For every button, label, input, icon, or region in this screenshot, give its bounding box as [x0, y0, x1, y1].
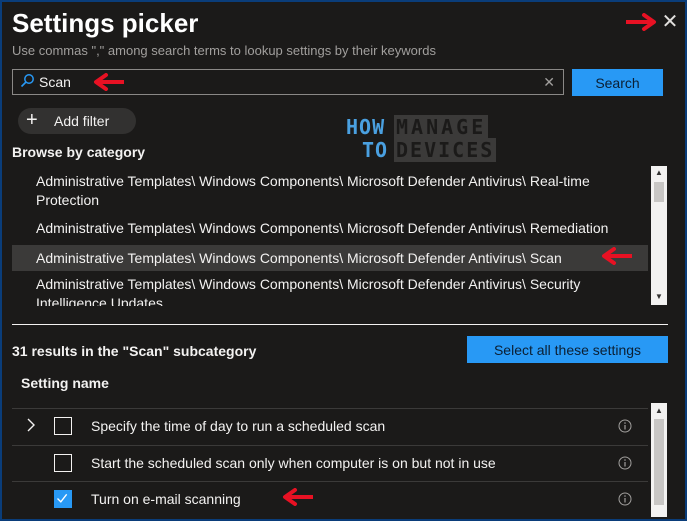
- setting-label: Turn on e-mail scanning: [91, 491, 241, 507]
- category-item-selected[interactable]: Administrative Templates\ Windows Compon…: [12, 245, 648, 271]
- checkmark-icon: [57, 493, 68, 503]
- setting-label: Start the scheduled scan only when compu…: [91, 455, 496, 471]
- plus-icon: +: [26, 109, 38, 131]
- info-icon[interactable]: [618, 456, 632, 470]
- setting-row[interactable]: Start the scheduled scan only when compu…: [12, 445, 648, 482]
- category-item[interactable]: Administrative Templates\ Windows Compon…: [12, 275, 648, 306]
- chevron-right-icon[interactable]: [24, 417, 38, 433]
- logo-text-to: TO: [362, 138, 389, 162]
- add-filter-button[interactable]: + Add filter: [18, 108, 136, 134]
- annotation-arrow-icon: [626, 13, 656, 31]
- select-all-button[interactable]: Select all these settings: [467, 336, 668, 363]
- setting-row[interactable]: Specify the time of day to run a schedul…: [12, 408, 648, 445]
- setting-label: Specify the time of day to run a schedul…: [91, 418, 386, 434]
- logo-text-devices: DEVICES: [394, 138, 497, 162]
- category-item[interactable]: Administrative Templates\ Windows Compon…: [12, 172, 648, 210]
- setting-checkbox-checked[interactable]: [54, 490, 72, 508]
- annotation-arrow-icon: [283, 488, 313, 506]
- clear-search-icon[interactable]: ✕: [543, 73, 555, 91]
- search-icon: [20, 74, 34, 88]
- search-button[interactable]: Search: [572, 69, 663, 96]
- category-item[interactable]: Administrative Templates\ Windows Compon…: [12, 219, 648, 238]
- section-divider: [12, 324, 668, 325]
- results-summary: 31 results in the "Scan" subcategory: [12, 343, 257, 359]
- browse-by-category-label: Browse by category: [12, 144, 146, 160]
- info-icon[interactable]: [618, 492, 632, 506]
- close-icon[interactable]: ✕: [660, 12, 680, 32]
- setting-row[interactable]: Turn on e-mail scanning: [12, 481, 648, 518]
- logo-text-manage: MANAGE: [394, 115, 489, 139]
- scroll-up-icon[interactable]: ▲: [652, 168, 666, 178]
- annotation-arrow-icon: [94, 73, 124, 91]
- category-list: Administrative Templates\ Windows Compon…: [12, 166, 648, 306]
- logo-text-how: HOW: [346, 115, 386, 139]
- category-scrollbar[interactable]: ▲ ▼: [651, 166, 667, 305]
- setting-checkbox[interactable]: [54, 454, 72, 472]
- annotation-arrow-icon: [602, 247, 632, 265]
- info-icon[interactable]: [618, 419, 632, 433]
- results-scrollbar[interactable]: ▲: [651, 403, 667, 517]
- page-subtitle: Use commas "," among search terms to loo…: [12, 43, 436, 58]
- add-filter-label: Add filter: [54, 113, 110, 129]
- page-title: Settings picker: [12, 8, 199, 38]
- setting-checkbox[interactable]: [54, 417, 72, 435]
- column-header-setting-name: Setting name: [21, 375, 109, 391]
- scroll-up-icon[interactable]: ▲: [652, 406, 666, 416]
- watermark-logo: HOW MANAGE TO DEVICES: [346, 114, 497, 162]
- results-scroll-thumb[interactable]: [654, 419, 664, 505]
- scroll-down-icon[interactable]: ▼: [652, 292, 666, 302]
- category-scroll-thumb[interactable]: [654, 182, 664, 202]
